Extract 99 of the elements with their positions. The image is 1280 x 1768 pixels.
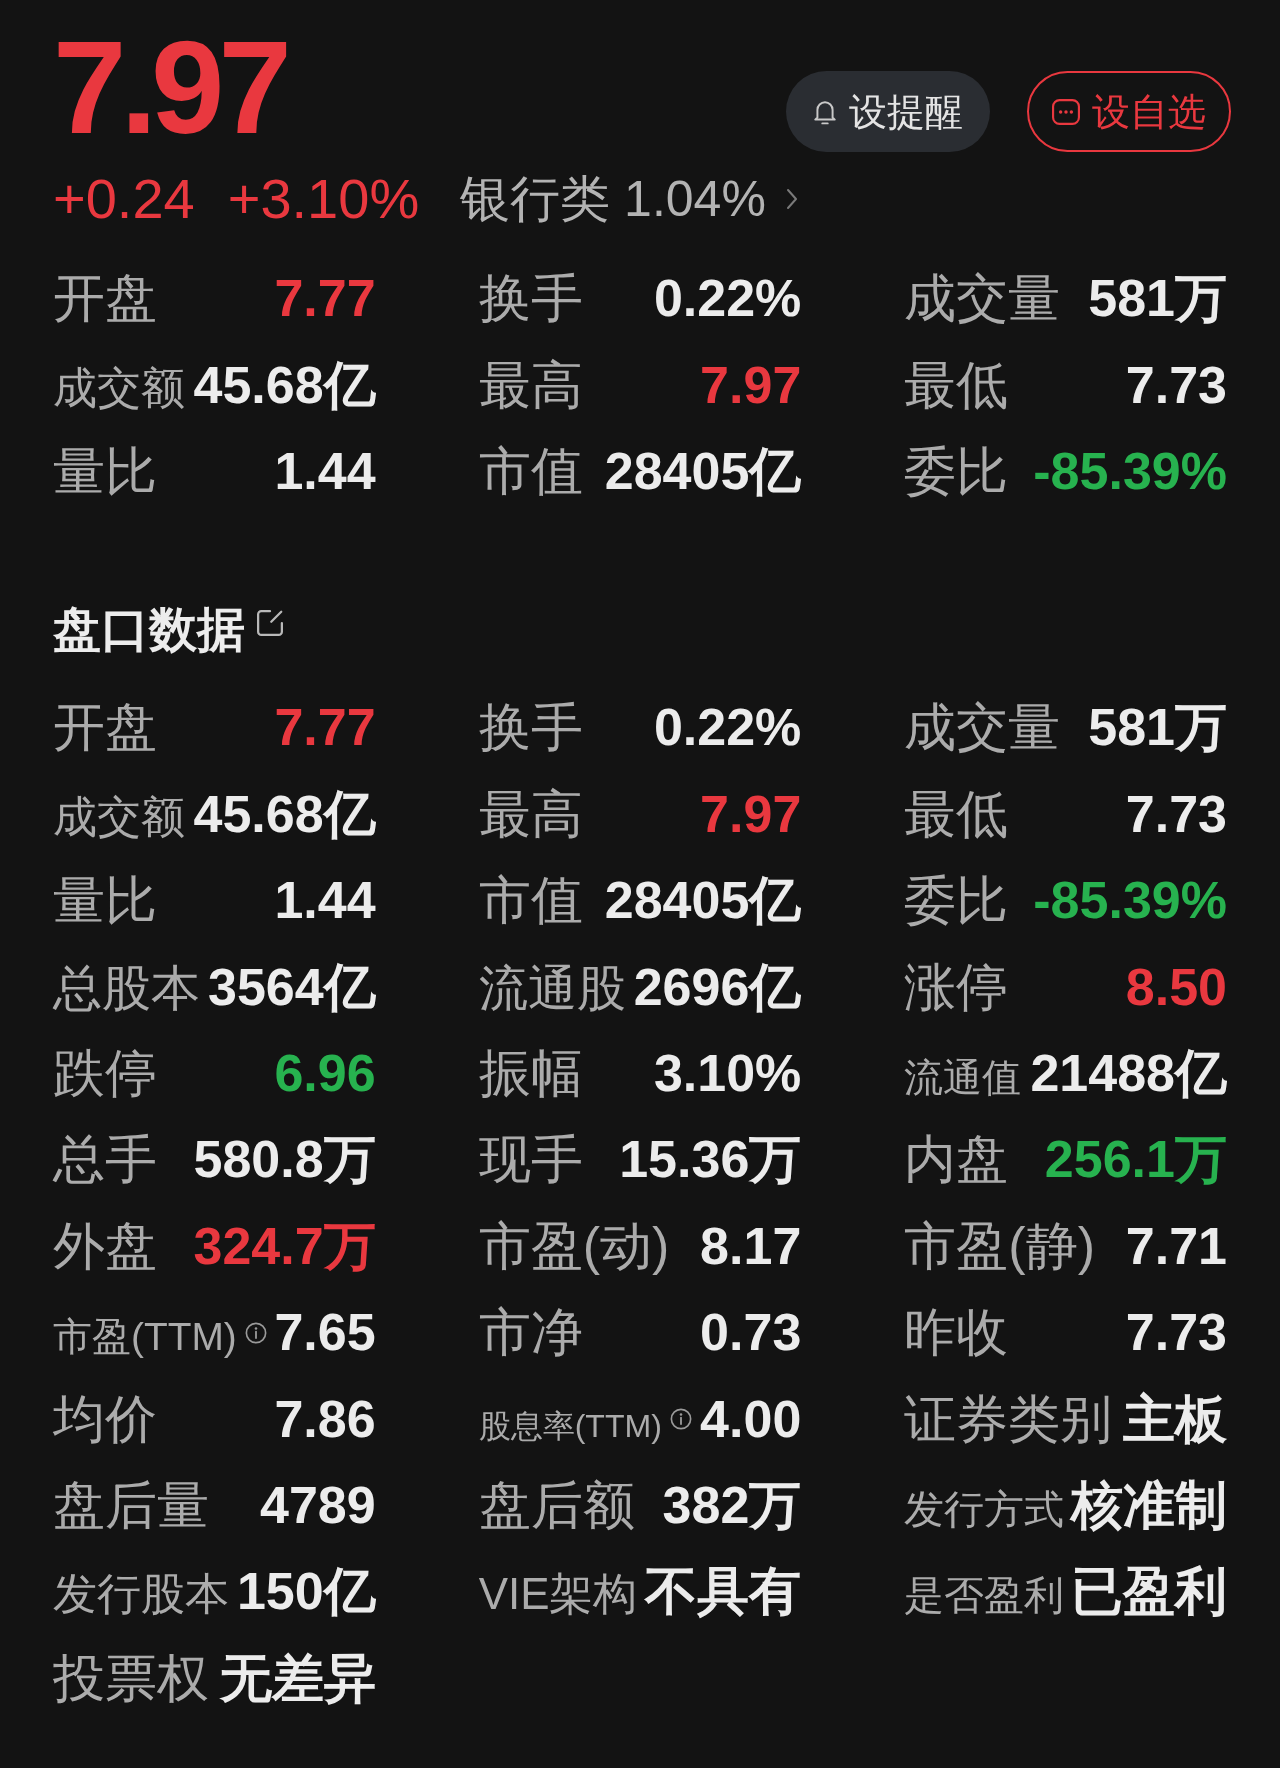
stat-value: 7.97 <box>699 355 802 416</box>
sector-link[interactable]: 银行类 1.04% <box>460 174 798 224</box>
stat-label: 证券类别 <box>904 1389 1113 1450</box>
stat-value: 7.73 <box>1124 355 1227 416</box>
stat-value: 7.73 <box>1124 1303 1227 1363</box>
stat-value: 8.50 <box>1124 957 1227 1018</box>
stat-label: 最高 <box>478 355 583 416</box>
stat-value: 7.65 <box>273 1303 376 1363</box>
stat-value: 0.22% <box>652 269 802 330</box>
stat-value: 7.86 <box>273 1389 376 1450</box>
stat-label: 市值 <box>478 871 583 932</box>
stat-label: 涨停 <box>904 957 1009 1018</box>
stat-label: 换手 <box>478 269 583 330</box>
stat-value: 3.10% <box>652 1044 802 1104</box>
stat-value: 28405亿 <box>603 871 802 932</box>
info-icon[interactable] <box>244 1322 267 1345</box>
stat-value: 已盈利 <box>1070 1562 1227 1623</box>
chevron-right-icon <box>785 188 798 210</box>
bell-icon <box>813 98 837 125</box>
stat-label: 委比 <box>904 442 1009 502</box>
stat-label: 成交额 <box>53 362 185 414</box>
stat-label: 流通值 <box>904 1055 1022 1101</box>
stat-label: 最低 <box>904 355 1009 416</box>
stat-value: 581万 <box>1087 269 1227 330</box>
external-link-icon[interactable] <box>255 608 285 639</box>
stat-label: 开盘 <box>53 698 157 759</box>
stat-value: 7.77 <box>273 269 376 330</box>
stat-label: 振幅 <box>478 1044 583 1104</box>
stat-value: 28405亿 <box>603 442 802 502</box>
stat-label: 最高 <box>478 784 583 845</box>
section-title: 盘口数据 <box>53 603 245 657</box>
stat-label: 盘后量 <box>53 1476 209 1536</box>
stat-value: 0.22% <box>652 698 802 759</box>
stat-value: 0.73 <box>699 1303 802 1363</box>
stat-value: 4789 <box>258 1476 376 1536</box>
stat-label: 最低 <box>904 784 1009 845</box>
price-value: 7.97 <box>53 22 286 154</box>
stat-value: 150亿 <box>235 1562 376 1623</box>
stat-value: 3564亿 <box>206 957 376 1018</box>
percent-change: +3.10% <box>227 171 420 227</box>
stat-value: 无差异 <box>218 1648 376 1709</box>
stat-label: 市值 <box>478 442 583 502</box>
stat-label: 是否盈利 <box>904 1573 1065 1619</box>
stat-value: 不具有 <box>643 1562 802 1623</box>
stat-label: 量比 <box>53 442 157 502</box>
stat-label: 均价 <box>53 1389 157 1450</box>
stat-label: 开盘 <box>53 269 157 330</box>
stat-label: 现手 <box>478 1130 583 1191</box>
stat-value: 15.36万 <box>618 1130 802 1191</box>
stat-value: -85.39% <box>1032 442 1227 502</box>
stat-label: 市盈(静) <box>904 1216 1095 1277</box>
stat-label: 跌停 <box>53 1044 157 1104</box>
stat-label: 成交额 <box>53 791 185 843</box>
stat-label: 市净 <box>478 1303 583 1363</box>
stat-label: 内盘 <box>904 1130 1009 1191</box>
stat-label: VIE架构 <box>478 1569 638 1620</box>
stat-value: 21488亿 <box>1029 1044 1227 1104</box>
stat-label: 委比 <box>904 871 1009 932</box>
stat-value: 主板 <box>1122 1389 1227 1450</box>
stat-label: 成交量 <box>904 698 1061 759</box>
stat-label: 市盈(动) <box>478 1216 670 1277</box>
dots-square-icon <box>1052 98 1080 125</box>
stat-label: 市盈(TTM) <box>53 1315 237 1360</box>
stat-value: 6.96 <box>273 1044 376 1104</box>
stat-label: 盘后额 <box>478 1476 635 1536</box>
stat-value: 核准制 <box>1068 1476 1227 1536</box>
stat-value: 45.68亿 <box>192 355 376 416</box>
stat-value: 580.8万 <box>192 1130 376 1191</box>
stat-value: 7.73 <box>1124 784 1227 845</box>
stat-value: 4.00 <box>699 1389 802 1450</box>
stat-label: 投票权 <box>53 1648 209 1709</box>
stat-value: 8.17 <box>699 1216 802 1277</box>
stat-label: 总手 <box>53 1130 157 1191</box>
stat-label: 量比 <box>53 871 157 932</box>
stat-value: 1.44 <box>273 871 376 932</box>
stat-value: 45.68亿 <box>192 784 376 845</box>
stat-value: 324.7万 <box>192 1216 376 1277</box>
stat-value: 7.77 <box>273 698 376 759</box>
stat-label: 成交量 <box>904 269 1061 330</box>
stat-label: 股息率(TTM) <box>478 1407 662 1445</box>
stat-value: 1.44 <box>273 442 376 502</box>
add-watchlist-button[interactable]: 设自选 <box>1027 71 1231 152</box>
stat-value: 581万 <box>1087 698 1227 759</box>
info-icon[interactable] <box>669 1408 692 1431</box>
stat-label: 总股本 <box>53 959 200 1016</box>
stat-label: 发行股本 <box>53 1569 229 1620</box>
stat-value: 2696亿 <box>632 957 802 1018</box>
price-change: +0.24 <box>53 171 195 227</box>
stat-label: 发行方式 <box>904 1487 1065 1533</box>
stat-label: 流通股 <box>478 959 626 1016</box>
stat-label: 换手 <box>478 698 583 759</box>
stat-value: 256.1万 <box>1043 1130 1227 1191</box>
stat-value: 7.71 <box>1124 1216 1227 1277</box>
stat-value: 382万 <box>661 1476 802 1536</box>
stat-value: 7.97 <box>699 784 802 845</box>
stat-label: 昨收 <box>904 1303 1009 1363</box>
stat-value: -85.39% <box>1032 871 1227 932</box>
stat-label: 外盘 <box>53 1216 157 1277</box>
remind-button[interactable]: 设提醒 <box>786 71 990 152</box>
